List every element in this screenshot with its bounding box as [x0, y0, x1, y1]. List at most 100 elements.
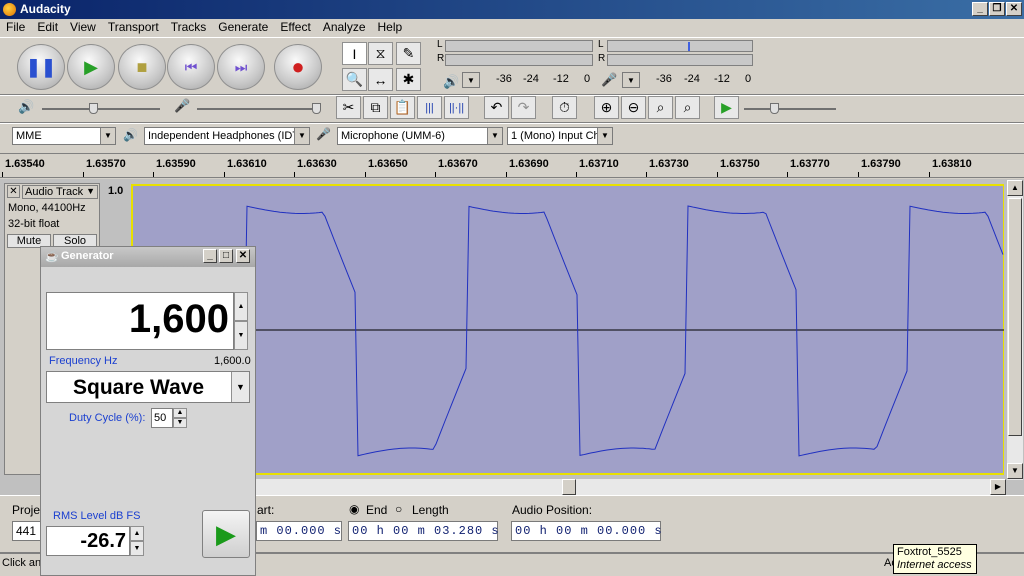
end-radio[interactable]: ◉ [349, 502, 359, 516]
record-button[interactable]: ● [274, 44, 322, 90]
record-volume-slider[interactable] [197, 108, 317, 110]
audio-position-time[interactable]: 00 h 00 m 00.000 s [511, 521, 662, 541]
duty-cycle-input[interactable]: 50 [151, 408, 173, 428]
generator-minimize-button[interactable]: _ [203, 249, 217, 263]
meter-tick: 0 [745, 73, 752, 85]
sync-lock-icon[interactable]: ⏱ [552, 96, 577, 119]
duty-cycle-label: Duty Cycle (%): [69, 412, 146, 424]
menu-tracks[interactable]: Tracks [165, 19, 213, 34]
track-name-menu[interactable]: Audio Track ▼ [22, 185, 98, 199]
playback-volume-slider[interactable] [42, 108, 160, 110]
ruler-tick-label: 1.63630 [297, 158, 337, 170]
rms-input[interactable]: -26.7 [46, 526, 130, 556]
cut-icon[interactable]: ✂ [336, 96, 361, 119]
play-at-speed-icon[interactable]: ▶ [714, 96, 739, 119]
selection-tool-icon[interactable]: I [342, 42, 367, 65]
track-close-icon[interactable]: ✕ [7, 185, 20, 198]
java-cup-icon: ☕ [45, 251, 59, 263]
vertical-scroll-thumb[interactable] [1008, 198, 1022, 436]
speaker-icon[interactable]: 🔊 [443, 74, 459, 90]
envelope-tool-icon[interactable]: ⧖ [368, 42, 393, 65]
length-radio[interactable]: ○ [395, 502, 402, 516]
paste-icon[interactable]: 📋 [390, 96, 415, 119]
undo-icon[interactable]: ↶ [484, 96, 509, 119]
rms-down-icon[interactable]: ▼ [130, 541, 144, 556]
project-rate-select[interactable]: 441 [12, 521, 42, 541]
stop-button[interactable]: ■ [118, 44, 166, 90]
multi-tool-icon[interactable]: ✱ [396, 68, 421, 91]
chevron-down-icon: ▼ [86, 186, 95, 196]
rms-label: RMS Level dB FS [53, 510, 141, 522]
horizontal-scrollbar[interactable] [256, 479, 1006, 495]
meter-l-label: L [437, 39, 443, 50]
ruler-tick-label: 1.63690 [509, 158, 549, 170]
playback-meter-menu[interactable]: ▼ [462, 72, 480, 88]
duty-down-icon[interactable]: ▼ [173, 418, 187, 428]
microphone-icon[interactable]: 🎤 [601, 72, 617, 88]
play-speed-slider[interactable] [744, 108, 836, 110]
skip-start-button[interactable]: ⏮ [167, 44, 215, 90]
ruler-tick-label: 1.63540 [5, 158, 45, 170]
track-name: Audio Track [25, 186, 84, 198]
generator-maximize-button[interactable]: □ [219, 249, 233, 263]
scroll-up-icon[interactable]: ▲ [1007, 180, 1023, 196]
waveform-select[interactable]: Square Wave ▼ [46, 371, 250, 403]
generator-window: ☕ Generator _ □ ✕ 1,600 ▲ ▼ Frequency Hz… [40, 246, 256, 576]
draw-tool-icon[interactable]: ✎ [396, 42, 421, 65]
output-device-select[interactable]: Independent Headphones (IDT ▼ [144, 127, 310, 145]
playback-volume-thumb[interactable] [89, 103, 98, 114]
chevron-down-icon[interactable]: ▼ [231, 372, 249, 402]
redo-icon[interactable]: ↷ [511, 96, 536, 119]
ruler-tick-label: 1.63710 [579, 158, 619, 170]
menu-analyze[interactable]: Analyze [317, 19, 372, 34]
pause-button[interactable]: ❚❚ [17, 44, 65, 90]
frequency-input[interactable]: 1,600 [46, 292, 234, 350]
menu-help[interactable]: Help [372, 19, 409, 34]
menu-file[interactable]: File [0, 19, 31, 34]
zoom-in-icon[interactable]: ⊕ [594, 96, 619, 119]
skip-end-button[interactable]: ⏭ [217, 44, 265, 90]
copy-icon[interactable]: ⧉ [363, 96, 388, 119]
scroll-right-icon[interactable]: ▶ [990, 479, 1006, 495]
play-button[interactable]: ▶ [67, 44, 115, 90]
scroll-down-icon[interactable]: ▼ [1007, 463, 1023, 479]
close-button[interactable]: ✕ [1006, 2, 1022, 16]
menu-edit[interactable]: Edit [31, 19, 64, 34]
zoom-tool-icon[interactable]: 🔍 [342, 68, 367, 91]
audio-host-select[interactable]: MME ▼ [12, 127, 116, 145]
menu-transport[interactable]: Transport [102, 19, 165, 34]
network-status: Internet access [897, 559, 972, 571]
rms-up-icon[interactable]: ▲ [130, 526, 144, 541]
meter-tick: -36 [496, 73, 512, 85]
restore-button[interactable]: ❐ [989, 2, 1005, 16]
silence-icon[interactable]: ||·|| [444, 96, 469, 119]
network-tooltip: Foxtrot_5525 Internet access [893, 544, 977, 574]
duty-up-icon[interactable]: ▲ [173, 408, 187, 418]
horizontal-scroll-thumb[interactable] [562, 479, 576, 495]
selection-end-time[interactable]: 00 h 00 m 03.280 s [348, 521, 499, 541]
timeline-ruler[interactable]: 1.63540 1.63570 1.63590 1.63610 1.63630 1.636… [0, 154, 1024, 178]
menu-generate[interactable]: Generate [212, 19, 274, 34]
fit-project-icon[interactable]: ⌕ [675, 96, 700, 119]
meter-tick: -12 [553, 73, 569, 85]
fit-selection-icon[interactable]: ⌕ [648, 96, 673, 119]
input-device-select[interactable]: Microphone (UMM-6) ▼ [337, 127, 503, 145]
generator-close-button[interactable]: ✕ [236, 249, 250, 263]
ruler-tick-label: 1.63810 [932, 158, 972, 170]
zoom-out-icon[interactable]: ⊖ [621, 96, 646, 119]
play-speed-thumb[interactable] [770, 103, 779, 114]
meter-tick: 0 [584, 73, 591, 85]
menu-view[interactable]: View [64, 19, 102, 34]
minimize-button[interactable]: _ [972, 2, 988, 16]
trim-icon[interactable]: ||| [417, 96, 442, 119]
record-meter-menu[interactable]: ▼ [622, 72, 640, 88]
record-volume-thumb[interactable] [312, 103, 321, 114]
frequency-up-icon[interactable]: ▲ [234, 292, 248, 321]
selection-start-time[interactable]: m 00.000 s [256, 521, 342, 541]
timeshift-tool-icon[interactable]: ↔ [368, 68, 393, 91]
frequency-down-icon[interactable]: ▼ [234, 321, 248, 350]
waveform-area[interactable] [131, 184, 1004, 475]
input-channels-select[interactable]: 1 (Mono) Input Ch ▼ [507, 127, 613, 145]
menu-effect[interactable]: Effect [274, 19, 316, 34]
generate-play-button[interactable]: ▶ [202, 510, 250, 558]
